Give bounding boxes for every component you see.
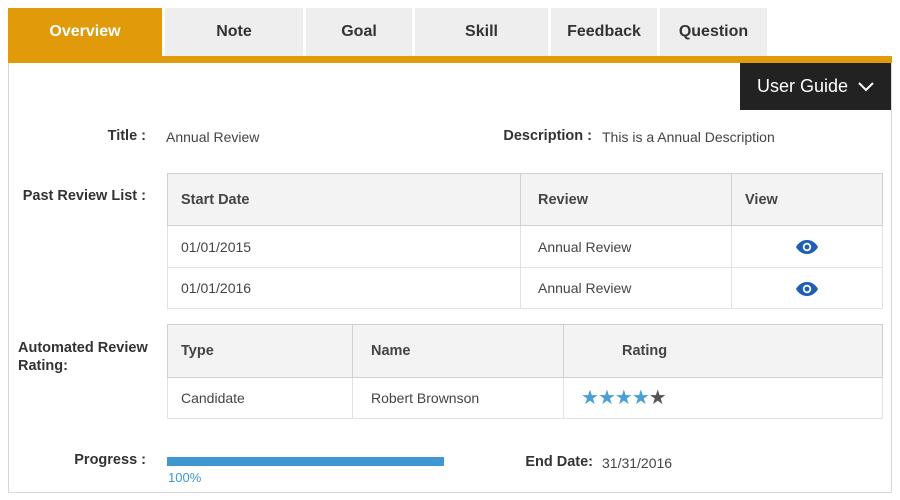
automated-rating-table: Type Name Rating Candidate Robert Browns… (167, 324, 883, 419)
progress-label: Progress : (74, 452, 146, 468)
description-label: Description : (503, 128, 592, 144)
tab-question[interactable]: Question (660, 8, 767, 56)
title-label: Title : (107, 128, 146, 144)
review-cell: Annual Review (520, 225, 732, 268)
eye-icon[interactable] (795, 238, 819, 255)
tab-note[interactable]: Note (165, 8, 303, 56)
column-header-start-date: Start Date (167, 173, 521, 226)
past-review-table: Start Date Review View 01/01/2015 Annual… (167, 173, 883, 309)
start-date-cell: 01/01/2015 (167, 225, 521, 268)
table-row: Candidate Robert Brownson ★★★★★ (167, 377, 883, 419)
type-cell: Candidate (167, 377, 353, 419)
star-filled-icon: ★ (581, 387, 599, 409)
star-rating: ★★★★★ (581, 387, 667, 409)
progress-fill (167, 457, 444, 466)
column-header-type: Type (167, 324, 353, 378)
view-cell (731, 267, 883, 309)
star-filled-icon: ★ (614, 387, 633, 409)
review-cell: Annual Review (520, 267, 732, 309)
tab-feedback[interactable]: Feedback (551, 8, 657, 56)
user-guide-label: User Guide (756, 76, 849, 96)
automated-review-label-line1: Automated Review (18, 340, 148, 356)
eye-icon[interactable] (795, 279, 819, 296)
star-empty-icon: ★ (648, 387, 667, 409)
table-row: 01/01/2015 Annual Review (167, 225, 883, 268)
progress-percent: 100% (168, 470, 202, 485)
end-date-value: 31/31/2016 (602, 455, 673, 471)
view-cell (731, 225, 883, 268)
star-filled-icon: ★ (631, 387, 650, 409)
past-review-list-label: Past Review List : (22, 188, 146, 204)
progress-bar (167, 457, 444, 466)
column-header-name: Name (352, 324, 564, 378)
rating-cell: ★★★★★ (563, 377, 883, 419)
automated-review-rating-label: Automated Review Rating: (18, 339, 148, 375)
name-cell: Robert Brownson (352, 377, 564, 419)
active-tab-underline (8, 56, 892, 63)
start-date-cell: 01/01/2016 (167, 267, 521, 309)
star-filled-icon: ★ (597, 387, 616, 409)
tab-overview[interactable]: Overview (8, 8, 162, 56)
chevron-down-icon (858, 76, 874, 97)
table-row: 01/01/2016 Annual Review (167, 267, 883, 309)
user-guide-button[interactable]: User Guide (740, 63, 891, 110)
end-date-label: End Date: (525, 454, 593, 470)
column-header-rating: Rating (563, 324, 883, 378)
description-value: This is a Annual Description (602, 129, 775, 145)
column-header-view: View (731, 173, 883, 226)
column-header-review: Review (520, 173, 732, 226)
tab-goal[interactable]: Goal (306, 8, 412, 56)
tab-bar: Overview Note Goal Skill Feedback Questi… (8, 8, 770, 56)
title-value: Annual Review (166, 129, 260, 145)
tab-skill[interactable]: Skill (415, 8, 548, 56)
automated-review-label-line2: Rating: (18, 358, 68, 374)
